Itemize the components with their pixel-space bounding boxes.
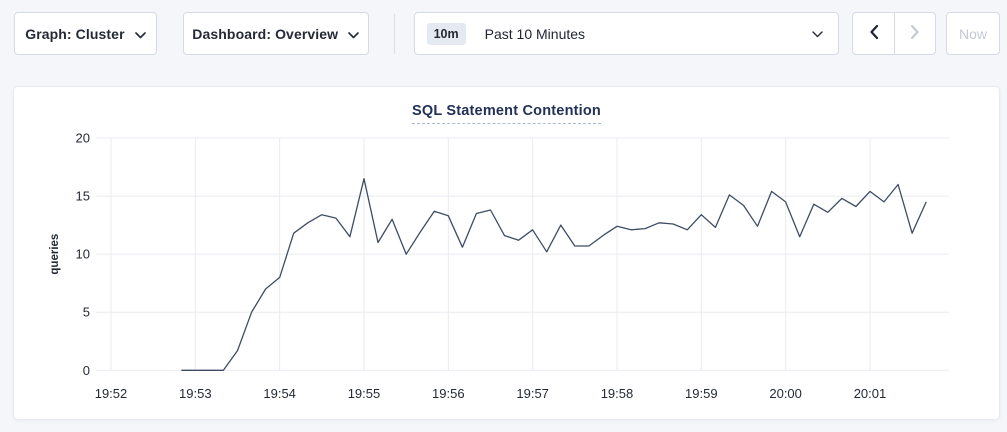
chevron-down-icon [135, 26, 146, 42]
time-range-label: Past 10 Minutes [485, 26, 585, 42]
x-tick-label: 19:57 [516, 386, 549, 401]
dashboard-selector-label: Dashboard: Overview [192, 26, 338, 42]
chart-card: SQL Statement Contention 0 5 10 15 20 19:52 19… [13, 86, 1000, 420]
y-tick-label: 20 [76, 131, 90, 146]
x-tick-label: 19:56 [432, 386, 465, 401]
x-tick-label: 19:55 [348, 386, 381, 401]
next-time-button[interactable] [894, 13, 935, 54]
graph-selector-label: Graph: Cluster [25, 26, 124, 42]
time-range-dropdown[interactable]: 10m Past 10 Minutes [414, 12, 840, 55]
chevron-left-icon [869, 24, 879, 43]
chevron-down-icon [812, 25, 823, 43]
y-tick-label: 10 [76, 247, 90, 262]
y-tick-label: 5 [83, 305, 90, 320]
prev-time-button[interactable] [853, 13, 894, 54]
toolbar-divider [394, 14, 395, 54]
chart-title[interactable]: SQL Statement Contention [412, 103, 601, 124]
x-tick-label: 20:00 [769, 386, 802, 401]
x-tick-label: 19:53 [179, 386, 212, 401]
time-range-badge: 10m [427, 23, 466, 45]
y-axis-label: queries [49, 234, 61, 275]
chevron-down-icon [348, 26, 359, 42]
x-tick-label: 19:52 [95, 386, 128, 401]
y-tick-label: 0 [83, 363, 90, 378]
chevron-right-icon [910, 24, 920, 43]
line-chart[interactable]: 0 5 10 15 20 19:52 19:53 19:54 19:55 19:56 19:57 19… [14, 121, 999, 421]
now-button[interactable]: Now [946, 12, 1000, 55]
x-tick-label: 19:59 [685, 386, 718, 401]
series-line [181, 179, 926, 371]
toolbar: Graph: Cluster Dashboard: Overview 10m P… [0, 0, 1007, 55]
graph-selector[interactable]: Graph: Cluster [14, 12, 157, 55]
x-tick-label: 19:58 [601, 386, 634, 401]
y-tick-label: 15 [76, 189, 90, 204]
chart-title-row: SQL Statement Contention [14, 87, 999, 121]
dashboard-selector[interactable]: Dashboard: Overview [183, 12, 369, 55]
x-tick-label: 20:01 [854, 386, 887, 401]
x-tick-label: 19:54 [263, 386, 296, 401]
time-step-group [852, 12, 936, 55]
